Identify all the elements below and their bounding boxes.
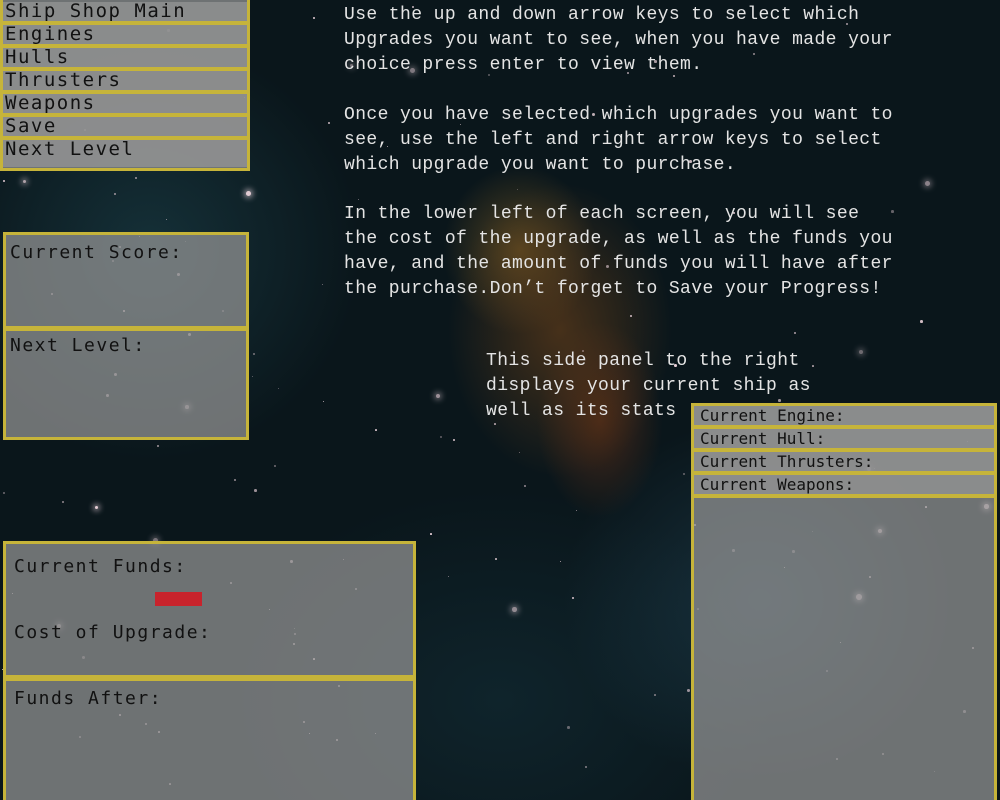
star — [567, 726, 570, 729]
star — [495, 558, 497, 560]
star — [3, 492, 5, 494]
menu-item-ship-shop-main[interactable]: Ship Shop Main — [3, 2, 247, 25]
current-thrusters-row: Current Thrusters: — [694, 452, 994, 475]
current-weapons-row: Current Weapons: — [694, 475, 994, 498]
menu-item-hulls[interactable]: Hulls — [3, 48, 247, 71]
star — [246, 191, 251, 196]
current-engine-row: Current Engine: — [694, 406, 994, 429]
star — [440, 436, 442, 438]
current-score-label: Current Score: — [10, 242, 183, 263]
star — [654, 694, 656, 696]
star — [794, 332, 796, 334]
star — [375, 429, 377, 431]
score-panel: Current Score: Next Level: — [3, 232, 249, 440]
current-funds-label: Current Funds: — [14, 556, 187, 577]
next-level-label: Next Level: — [10, 335, 146, 356]
funds-indicator — [155, 592, 202, 606]
current-hull-row: Current Hull: — [694, 429, 994, 452]
score-divider — [6, 326, 246, 331]
instructions-paragraph-1: Use the up and down arrow keys to select… — [344, 5, 893, 75]
menu-item-engines[interactable]: Engines — [3, 25, 247, 48]
star — [254, 489, 257, 492]
instructions-paragraph-3: In the lower left of each screen, you wi… — [344, 204, 893, 299]
star — [687, 689, 690, 692]
star — [512, 607, 517, 612]
menu-item-weapons[interactable]: Weapons — [3, 94, 247, 117]
cost-of-upgrade-label: Cost of Upgrade: — [14, 622, 212, 643]
funds-after-label: Funds After: — [14, 688, 163, 709]
menu-item-save[interactable]: Save — [3, 117, 247, 140]
funds-divider — [6, 675, 413, 681]
menu-item-thrusters[interactable]: Thrusters — [3, 71, 247, 94]
star — [436, 394, 440, 398]
star — [812, 365, 814, 367]
star — [920, 320, 923, 323]
star — [95, 506, 98, 509]
instructions-paragraph-2: Once you have selected which upgrades yo… — [344, 105, 893, 175]
menu-item-next-level[interactable]: Next Level — [3, 140, 247, 167]
star — [234, 479, 236, 481]
funds-panel: Current Funds: Cost of Upgrade: Funds Af… — [3, 541, 416, 800]
star — [448, 576, 449, 577]
star — [430, 533, 432, 535]
